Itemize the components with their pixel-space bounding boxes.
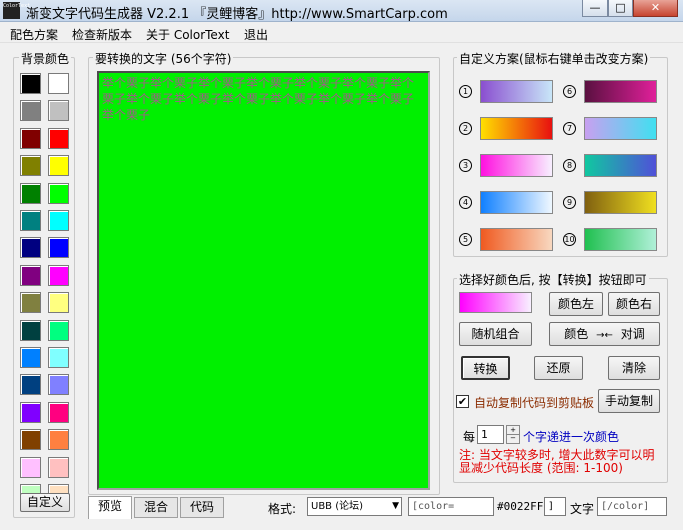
close-tag-input[interactable]: [/color] xyxy=(597,497,667,516)
scheme-gradient-button[interactable] xyxy=(584,154,657,177)
bg-color-swatch[interactable] xyxy=(20,182,41,204)
tab-preview[interactable]: 预览 xyxy=(88,496,132,519)
swap-label-suffix: 对调 xyxy=(620,327,645,341)
scheme-number: 10 xyxy=(563,233,576,246)
menu-about[interactable]: 关于 ColorText xyxy=(146,26,229,43)
bg-color-swatch[interactable] xyxy=(48,292,69,314)
minimize-button[interactable]: — xyxy=(582,0,608,17)
step-suffix: 个字递进一次颜色 xyxy=(523,430,620,444)
menu-bar: 配色方案 检查新版本 关于 ColorText 退出 xyxy=(0,23,683,43)
maximize-button[interactable]: □ xyxy=(608,0,633,17)
bg-color-swatch[interactable] xyxy=(20,401,41,423)
clear-button[interactable]: 清除 xyxy=(608,356,660,380)
bg-color-swatch[interactable] xyxy=(20,155,41,177)
bg-color-swatch[interactable] xyxy=(20,264,41,286)
menu-color-scheme[interactable]: 配色方案 xyxy=(10,26,58,43)
text-label: 文字 xyxy=(570,502,595,516)
scheme-number: 4 xyxy=(459,196,472,209)
bg-color-swatch[interactable] xyxy=(20,347,41,368)
scheme-number: 5 xyxy=(459,233,472,246)
bg-color-swatch[interactable] xyxy=(48,210,69,231)
step-input[interactable]: 1 xyxy=(477,425,504,444)
bg-color-swatch[interactable] xyxy=(20,429,41,451)
chevron-down-icon[interactable]: ▼ xyxy=(392,498,399,515)
bg-color-swatch[interactable] xyxy=(20,292,41,314)
bg-color-swatch[interactable] xyxy=(20,374,41,396)
menu-exit[interactable]: 退出 xyxy=(244,26,268,43)
window-title: 渐变文字代码生成器 V2.2.1 『灵鲤博客』http://www.SmartC… xyxy=(26,7,448,22)
scheme-number: 2 xyxy=(459,122,472,135)
bracket-input[interactable]: ] xyxy=(544,497,566,516)
scheme-gradient-button[interactable] xyxy=(480,191,553,214)
scheme-number: 1 xyxy=(459,85,472,98)
auto-copy-checkbox[interactable]: ✔ xyxy=(456,395,469,408)
step-prefix: 每 xyxy=(463,430,476,444)
scheme-number: 8 xyxy=(563,159,576,172)
random-combo-button[interactable]: 随机组合 xyxy=(459,322,532,346)
custom-color-button[interactable]: 自定义 xyxy=(20,493,70,512)
bg-color-swatch[interactable] xyxy=(20,127,41,149)
right-color-button[interactable]: 颜色右 xyxy=(608,292,660,316)
app-logo-icon: ColorText xyxy=(3,2,30,19)
scheme-gradient-button[interactable] xyxy=(480,117,553,140)
bg-color-swatch[interactable] xyxy=(48,401,69,423)
bg-color-swatch[interactable] xyxy=(20,210,41,231)
scheme-gradient-button[interactable] xyxy=(480,228,553,251)
bg-color-swatch[interactable] xyxy=(48,319,69,341)
format-label: 格式: xyxy=(268,502,297,516)
left-color-button[interactable]: 颜色左 xyxy=(549,292,603,316)
tab-code[interactable]: 代码 xyxy=(180,497,224,518)
bg-color-swatch[interactable] xyxy=(48,374,69,396)
tip-text: 注: 当文字较多时, 增大此数字可以明显减少代码长度 (范围: 1-100) xyxy=(459,448,655,475)
auto-copy-label: 自动复制代码到剪贴板 xyxy=(474,396,595,410)
open-tag-input[interactable]: [color= xyxy=(408,497,494,516)
action-label: 选择好颜色后, 按【转换】按钮即可 xyxy=(457,271,649,288)
close-button[interactable]: ✕ xyxy=(633,0,678,17)
format-value: UBB (论坛) xyxy=(311,501,364,512)
bg-color-swatch[interactable] xyxy=(20,319,41,341)
bg-color-swatch[interactable] xyxy=(48,264,69,286)
text-input-area[interactable]: 举个栗子举个栗子举个栗子举个栗子举个栗子举个栗子举个栗子举个栗子举个栗子举个栗子… xyxy=(97,71,430,490)
convert-button[interactable]: 转换 xyxy=(461,356,510,380)
custom-scheme-label: 自定义方案(鼠标右键单击改变方案) xyxy=(457,50,651,67)
scheme-number: 9 xyxy=(563,196,576,209)
scheme-gradient-button[interactable] xyxy=(584,117,657,140)
tab-mix[interactable]: 混合 xyxy=(134,497,178,518)
background-color-label: 背景颜色 xyxy=(19,50,72,67)
bg-color-swatch[interactable] xyxy=(20,456,41,478)
restore-button[interactable]: 还原 xyxy=(534,356,583,380)
scheme-gradient-button[interactable] xyxy=(584,191,657,214)
swap-arrows-icon: →← xyxy=(596,330,613,341)
step-spinner[interactable]: + − xyxy=(506,425,520,444)
title-bar: ColorText 渐变文字代码生成器 V2.2.1 『灵鲤博客』http://… xyxy=(0,0,683,22)
bg-color-swatch[interactable] xyxy=(48,73,69,94)
bg-color-swatch[interactable] xyxy=(20,237,41,259)
bg-color-swatch[interactable] xyxy=(20,73,41,94)
scheme-gradient-button[interactable] xyxy=(480,154,553,177)
scheme-gradient-button[interactable] xyxy=(480,80,553,103)
swap-colors-button[interactable]: 颜色 →← 对调 xyxy=(549,322,660,346)
bg-color-swatch[interactable] xyxy=(48,100,69,122)
spin-down-icon[interactable]: − xyxy=(507,435,519,443)
format-select[interactable]: UBB (论坛) ▼ xyxy=(307,497,402,516)
swap-label-prefix: 颜色 xyxy=(564,327,589,341)
text-input-label: 要转换的文字 (56个字符) xyxy=(93,50,234,67)
gradient-preview xyxy=(459,292,532,313)
bg-color-swatch[interactable] xyxy=(48,347,69,368)
manual-copy-button[interactable]: 手动复制 xyxy=(598,389,660,413)
scheme-gradient-button[interactable] xyxy=(584,228,657,251)
scheme-gradient-button[interactable] xyxy=(584,80,657,103)
scheme-number: 6 xyxy=(563,85,576,98)
bg-color-swatch[interactable] xyxy=(48,237,69,259)
scheme-number: 7 xyxy=(563,122,576,135)
bg-color-swatch[interactable] xyxy=(48,456,69,478)
menu-check-update[interactable]: 检查新版本 xyxy=(72,26,132,43)
scheme-number: 3 xyxy=(459,159,472,172)
bg-color-swatch[interactable] xyxy=(48,155,69,177)
bg-color-swatch[interactable] xyxy=(48,182,69,204)
bg-color-swatch[interactable] xyxy=(48,429,69,451)
bg-color-swatch[interactable] xyxy=(48,127,69,149)
bg-color-swatch[interactable] xyxy=(20,100,41,122)
color-value: #0022FF xyxy=(497,500,544,513)
